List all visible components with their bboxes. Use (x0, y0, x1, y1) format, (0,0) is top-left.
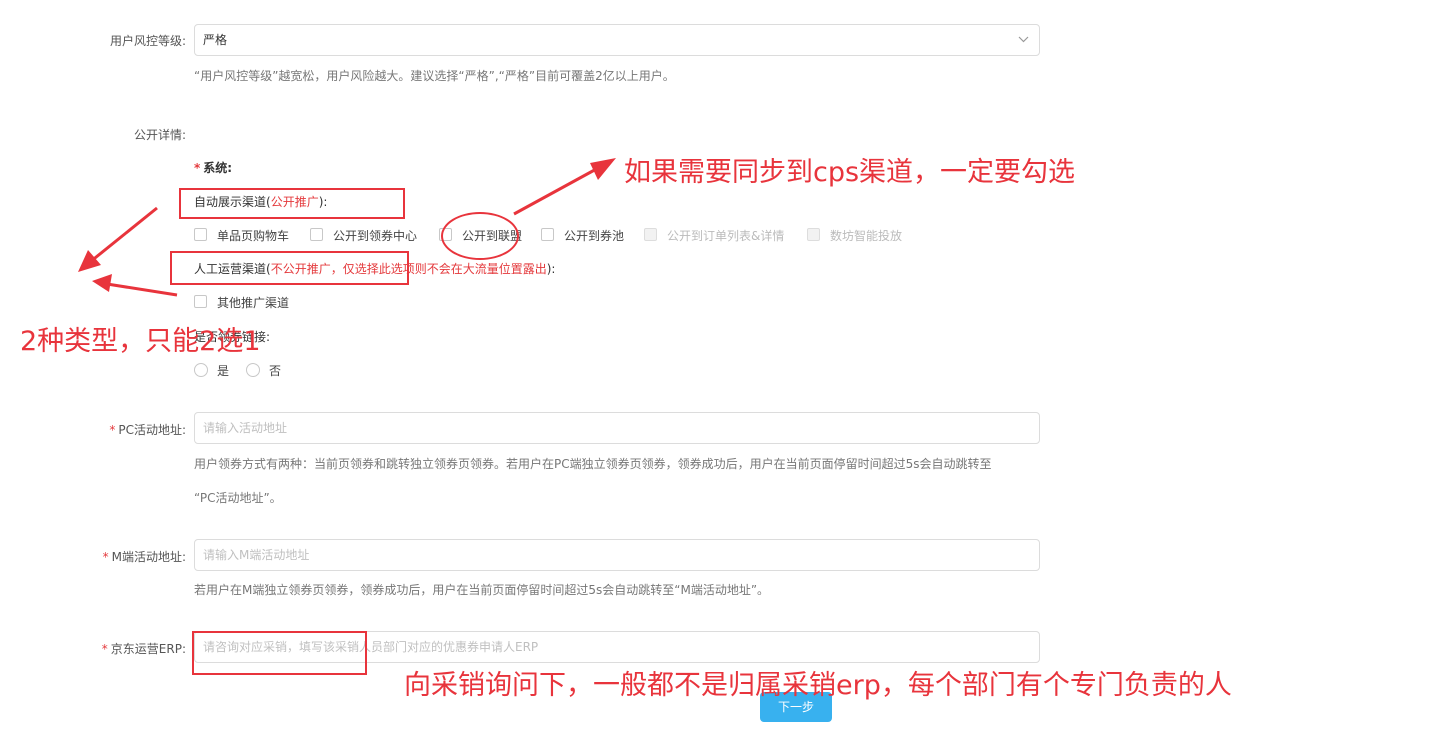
annotation-ask-buyer: 向采销询问下，一般都不是归属采销erp，每个部门有个专门负责的人 (404, 670, 1232, 701)
annotation-choose-one: 2种类型，只能2选1 (20, 326, 261, 357)
arrow-left-lower (92, 274, 178, 297)
annotation-arrows (78, 158, 616, 297)
annotation-sync-cps: 如果需要同步到cps渠道，一定要勾选 (624, 157, 1076, 188)
arrow-to-sync-text (513, 158, 616, 216)
arrow-left-upper (78, 206, 158, 272)
